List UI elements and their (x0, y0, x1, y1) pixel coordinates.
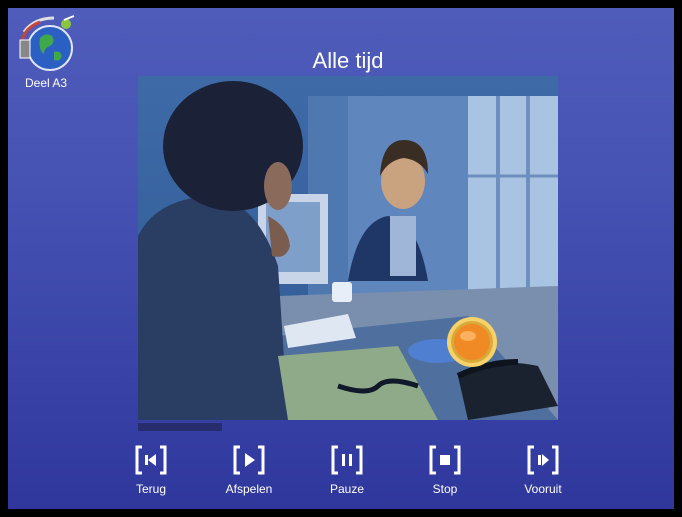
pause-icon (330, 444, 364, 476)
forward-button[interactable]: Vooruit (503, 444, 583, 504)
back-button-label: Terug (135, 482, 167, 496)
step-back-icon (134, 444, 168, 476)
app-window: Deel A3 Alle tijd Terug Afspelen Pauze S… (8, 8, 674, 509)
pause-button[interactable]: Pauze (307, 444, 387, 504)
stop-button-label: Stop (432, 482, 458, 496)
back-button[interactable]: Terug (111, 444, 191, 504)
step-forward-icon (526, 444, 560, 476)
stop-icon (428, 444, 462, 476)
playback-controls: Terug Afspelen Pauze Stop Vooruit (111, 444, 591, 504)
forward-button-label: Vooruit (524, 482, 562, 496)
stop-button[interactable]: Stop (405, 444, 485, 504)
playback-progress-fill (138, 423, 222, 431)
playback-progress-bar[interactable] (138, 423, 558, 431)
module-logo-icon[interactable] (14, 12, 80, 76)
orange-round-button-icon[interactable] (446, 316, 498, 368)
video-frame[interactable] (138, 76, 558, 420)
page-title: Alle tijd (312, 48, 384, 73)
pause-button-label: Pauze (329, 482, 365, 496)
module-label: Deel A3 (24, 76, 68, 90)
play-button[interactable]: Afspelen (209, 444, 289, 504)
play-icon (232, 444, 266, 476)
play-button-label: Afspelen (225, 482, 273, 496)
